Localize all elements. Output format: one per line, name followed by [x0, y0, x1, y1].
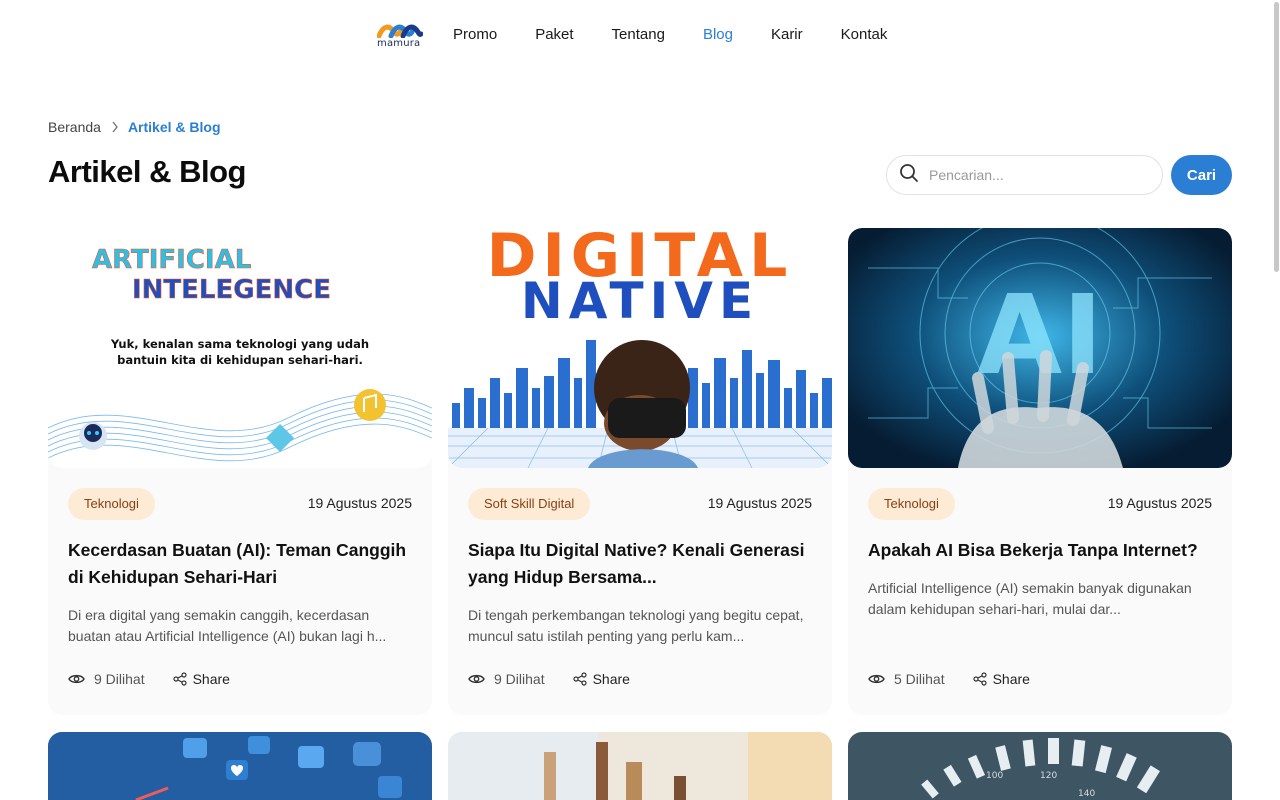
- views-label: 5 Dilihat: [894, 671, 945, 687]
- views-label: 9 Dilihat: [494, 671, 545, 687]
- article-title[interactable]: Siapa Itu Digital Native? Kenali Generas…: [468, 537, 812, 591]
- page-title: Artikel & Blog: [48, 154, 246, 189]
- main-nav: Promo Paket Tentang Blog Karir Kontak: [453, 26, 925, 44]
- share-icon: [972, 672, 987, 686]
- share-button[interactable]: Share: [972, 671, 1030, 687]
- share-label: Share: [192, 671, 230, 687]
- category-tag[interactable]: Teknologi: [868, 488, 955, 520]
- article-card-image-speedometer[interactable]: 100 120 140: [848, 732, 1232, 800]
- search-icon: [899, 163, 919, 188]
- views-count: 9 Dilihat: [468, 671, 545, 687]
- image-subtitle-1: Yuk, kenalan sama teknologi yang udah: [110, 337, 369, 351]
- search-button[interactable]: Cari: [1171, 155, 1232, 195]
- breadcrumb-home[interactable]: Beranda: [48, 119, 101, 135]
- article-image-ai-hand[interactable]: AI: [848, 228, 1232, 468]
- article-card[interactable]: ARTIFICIAL INTELEGENCE Yuk, kenalan sama…: [48, 228, 432, 715]
- article-title[interactable]: Kecerdasan Buatan (AI): Teman Canggih di…: [68, 537, 412, 591]
- views-count: 5 Dilihat: [868, 671, 945, 687]
- nav-item-kontak[interactable]: Kontak: [841, 26, 888, 44]
- nav-item-promo[interactable]: Promo: [453, 26, 497, 44]
- logo-text: mamura: [377, 38, 421, 49]
- share-label: Share: [592, 671, 630, 687]
- nav-item-tentang[interactable]: Tentang: [612, 26, 665, 44]
- share-icon: [172, 672, 187, 686]
- speed-tick-140: 140: [1078, 789, 1095, 799]
- speed-tick-120: 120: [1040, 771, 1057, 781]
- share-button[interactable]: Share: [172, 671, 230, 687]
- nav-item-karir[interactable]: Karir: [771, 26, 803, 44]
- article-card[interactable]: DIGITAL NATIVE Soft Skill Digital 19 Agu…: [448, 228, 832, 715]
- speed-tick-100: 100: [986, 771, 1003, 781]
- image-text-line2: NATIVE: [521, 272, 759, 330]
- image-text-line2: INTELEGENCE: [132, 275, 331, 305]
- article-card-image-social-media[interactable]: [48, 732, 432, 800]
- share-icon: [572, 672, 587, 686]
- article-excerpt: Di era digital yang semakin canggih, kec…: [68, 607, 387, 644]
- post-date: 19 Agustus 2025: [707, 495, 812, 511]
- article-image-ai-intelligence[interactable]: ARTIFICIAL INTELEGENCE Yuk, kenalan sama…: [48, 228, 432, 468]
- category-tag[interactable]: Teknologi: [68, 488, 155, 520]
- nav-item-blog[interactable]: Blog: [703, 26, 733, 44]
- share-button[interactable]: Share: [572, 671, 630, 687]
- page-scrollbar[interactable]: [1272, 0, 1280, 800]
- image-text-line1: ARTIFICIAL: [92, 245, 251, 275]
- article-excerpt: Di tengah perkembangan teknologi yang be…: [468, 607, 804, 644]
- chevron-right-icon: [111, 121, 119, 133]
- article-excerpt: Artificial Intelligence (AI) semakin ban…: [868, 580, 1192, 617]
- article-card[interactable]: AI Teknologi 19 Agustus 2025 Apakah AI B…: [848, 228, 1232, 715]
- post-date: 19 Agustus 2025: [1107, 495, 1212, 511]
- search-box: [886, 155, 1163, 195]
- views-label: 9 Dilihat: [94, 671, 145, 687]
- breadcrumb-current: Artikel & Blog: [127, 119, 221, 135]
- article-title[interactable]: Apakah AI Bisa Bekerja Tanpa Internet?: [868, 537, 1212, 564]
- site-header: mamura Promo Paket Tentang Blog Karir Ko…: [0, 0, 1280, 70]
- article-meta: 9 Dilihat Share: [68, 671, 230, 687]
- category-tag[interactable]: Soft Skill Digital: [468, 488, 591, 520]
- article-image-digital-native[interactable]: DIGITAL NATIVE: [448, 228, 832, 468]
- eye-icon: [468, 674, 485, 684]
- search-input[interactable]: [929, 167, 1149, 183]
- scrollbar-thumb[interactable]: [1274, 2, 1279, 272]
- eye-icon: [868, 674, 885, 684]
- article-meta: 9 Dilihat Share: [468, 671, 630, 687]
- image-subtitle-2: bantuin kita di kehidupan sehari-hari.: [117, 353, 363, 367]
- share-label: Share: [992, 671, 1030, 687]
- article-card-image-blocks[interactable]: [448, 732, 832, 800]
- eye-icon: [68, 674, 85, 684]
- post-date: 19 Agustus 2025: [307, 495, 412, 511]
- views-count: 9 Dilihat: [68, 671, 145, 687]
- article-meta: 5 Dilihat Share: [868, 671, 1030, 687]
- breadcrumb: Beranda Artikel & Blog: [48, 119, 221, 135]
- nav-item-paket[interactable]: Paket: [535, 26, 573, 44]
- mamura-logo[interactable]: mamura: [377, 22, 423, 49]
